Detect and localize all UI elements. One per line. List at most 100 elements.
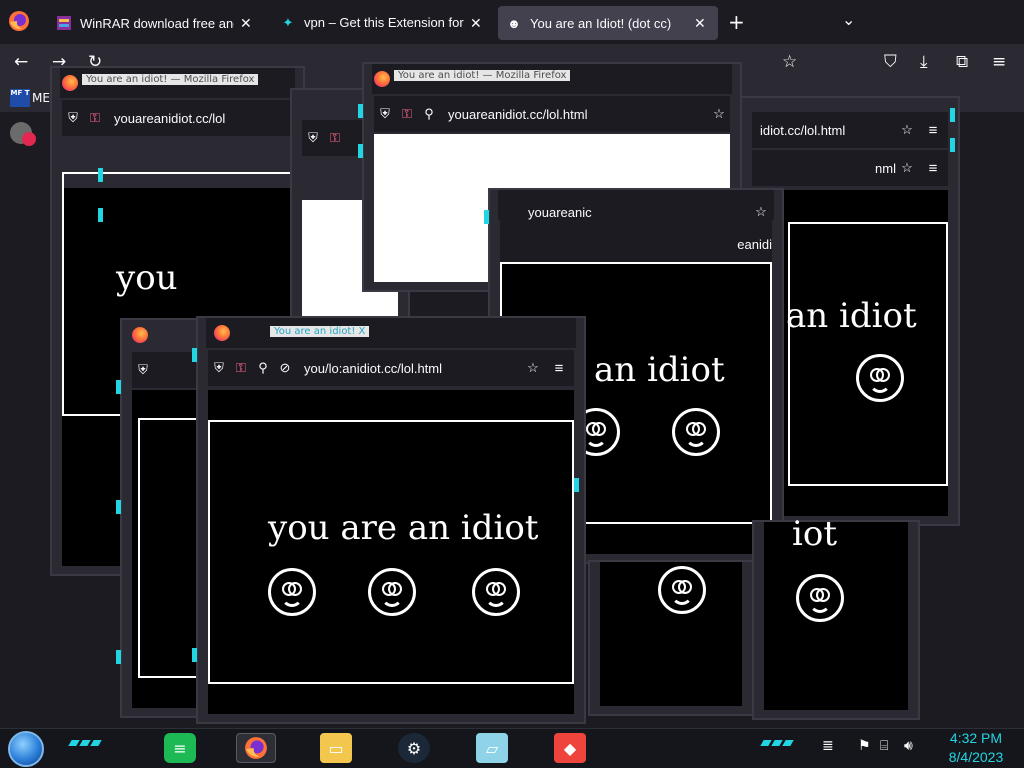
taskbar-clock[interactable]: 4:32 PM 8/4/2023 bbox=[936, 729, 1016, 767]
taskbar-decoration bbox=[68, 740, 110, 748]
popup-frame bbox=[788, 222, 948, 486]
popup-window[interactable]: You are an idiot! X ⛨ ⚿ ⚲ ⊘ you/lo:anidi… bbox=[192, 316, 586, 724]
star-icon[interactable]: ☆ bbox=[522, 360, 544, 376]
popup-window[interactable]: iot bbox=[752, 514, 920, 720]
tab-vpn[interactable]: ✦ vpn – Get this Extension for 🦊 F ✕ bbox=[272, 6, 494, 40]
popup-urlbar[interactable]: youareanic ☆ bbox=[500, 194, 772, 230]
bookmark-icon[interactable]: MF T bbox=[10, 89, 30, 107]
popup-urlbar[interactable]: ⛨ ⚿ youareanidiot.cc/lol bbox=[62, 100, 293, 136]
firefox-icon[interactable] bbox=[236, 733, 276, 763]
tab-label: WinRAR download free and sup bbox=[80, 15, 234, 31]
star-icon[interactable]: ☆ bbox=[750, 204, 772, 220]
idiot-text: an idiot bbox=[786, 296, 917, 336]
idiot-text: you are an idiot bbox=[268, 508, 539, 548]
new-tab-button[interactable]: + bbox=[728, 10, 745, 34]
pocket-icon[interactable]: ⛉ bbox=[884, 52, 897, 72]
popup-url[interactable]: idiot.cc/lol.html bbox=[760, 123, 896, 138]
clock-date: 8/4/2023 bbox=[948, 749, 1004, 765]
popup-title: You are an idiot! X bbox=[270, 326, 370, 337]
popup-titlebar[interactable] bbox=[206, 318, 576, 348]
popup-page bbox=[600, 562, 742, 706]
shield-icon: ⛨ bbox=[380, 106, 390, 121]
close-icon[interactable]: ✕ bbox=[694, 15, 710, 32]
smiley-icon bbox=[658, 566, 706, 614]
clock-time: 4:32 PM bbox=[949, 730, 1003, 746]
lock-icon: ⚿ bbox=[330, 130, 340, 145]
start-button[interactable] bbox=[8, 731, 44, 767]
shield-icon: ⛨ bbox=[68, 110, 78, 125]
popup-frame bbox=[208, 420, 574, 684]
popup-url[interactable]: youareanic bbox=[528, 205, 750, 220]
extensions-icon[interactable]: ⧉ bbox=[956, 52, 968, 72]
smiley-icon: ☻ bbox=[507, 15, 521, 31]
firefox-view-icon[interactable] bbox=[8, 10, 34, 36]
tab-youareanidiot[interactable]: ☻ You are an Idiot! (dot cc) ✕ bbox=[498, 6, 718, 40]
idiot-text: an idiot bbox=[594, 350, 725, 390]
popup-page: iot bbox=[764, 514, 908, 710]
star-icon[interactable]: ☆ bbox=[708, 106, 730, 122]
tab-label: You are an Idiot! (dot cc) bbox=[530, 15, 672, 31]
popup-urlbar[interactable]: nml ☆ ≡ bbox=[752, 150, 948, 186]
shield-icon: ⛨ bbox=[308, 130, 318, 145]
file-explorer-icon[interactable]: ▭ bbox=[320, 733, 352, 763]
menu-icon[interactable]: ≡ bbox=[544, 360, 574, 377]
smiley-icon bbox=[796, 574, 844, 622]
idiot-text: you bbox=[116, 258, 178, 298]
smiley-icon bbox=[368, 568, 416, 616]
anydesk-icon[interactable]: ◆ bbox=[554, 733, 586, 763]
popup-title: You are an idiot! — Mozilla Firefox bbox=[394, 70, 571, 81]
star-icon[interactable]: ☆ bbox=[782, 52, 797, 72]
notes-icon[interactable]: ▱ bbox=[476, 733, 508, 763]
popup-url[interactable]: you/lo:anidiot.cc/lol.html bbox=[304, 361, 522, 376]
firefox-icon bbox=[132, 327, 148, 343]
popup-urlbar[interactable]: ⛨ ⚿ ⚲ youareanidiot.cc/lol.html ☆ bbox=[374, 96, 730, 132]
smiley-icon bbox=[856, 354, 904, 402]
lock-icon: ⚿ bbox=[402, 106, 412, 121]
tab-label: vpn – Get this Extension for 🦊 F bbox=[304, 15, 464, 30]
network-icon[interactable]: ⌸ bbox=[880, 738, 888, 754]
blocked-badge-icon bbox=[22, 132, 36, 146]
smiley-icon bbox=[672, 408, 720, 456]
shield-icon: ⛨ bbox=[214, 360, 224, 375]
firefox-icon bbox=[374, 71, 390, 87]
popup-urlbar[interactable]: idiot.cc/lol.html ☆ ≡ bbox=[752, 112, 948, 148]
permissions-icon: ⚲ bbox=[258, 360, 268, 375]
volume-icon[interactable]: 🔊︎ bbox=[904, 738, 913, 754]
permissions-icon: ⚲ bbox=[424, 106, 434, 121]
popup-page: you are an idiot bbox=[208, 390, 574, 714]
menu-icon[interactable]: ≡ bbox=[918, 122, 948, 139]
close-icon[interactable]: ✕ bbox=[470, 15, 486, 32]
popup-urlbar[interactable]: eanidi bbox=[500, 226, 772, 262]
steam-icon[interactable]: ⚙ bbox=[398, 733, 430, 763]
menu-icon[interactable]: ≡ bbox=[992, 52, 1006, 72]
popup-url[interactable]: nml bbox=[760, 161, 896, 176]
firefox-icon bbox=[62, 75, 78, 91]
stack-icon[interactable]: ≣ bbox=[822, 738, 834, 754]
popup-window[interactable] bbox=[588, 560, 754, 716]
mute-icon: ⊘ bbox=[279, 360, 291, 375]
download-icon[interactable]: ⤓ bbox=[920, 52, 928, 72]
spotify-icon[interactable]: ≡ bbox=[164, 733, 196, 763]
winrar-icon bbox=[56, 15, 72, 31]
smiley-icon bbox=[472, 568, 520, 616]
lock-icon: ⚿ bbox=[236, 360, 246, 375]
star-icon[interactable]: ☆ bbox=[896, 122, 918, 138]
flag-icon[interactable]: ⚑ bbox=[858, 738, 871, 754]
popup-url[interactable]: youareanidiot.cc/lol bbox=[114, 111, 293, 126]
popup-urlbar[interactable]: ⛨ ⚿ ⚲ ⊘ you/lo:anidiot.cc/lol.html ☆ ≡ bbox=[208, 350, 574, 386]
firefox-icon bbox=[214, 325, 230, 341]
star-icon[interactable]: ☆ bbox=[896, 160, 918, 176]
close-icon[interactable]: ✕ bbox=[240, 15, 256, 32]
popup-title: You are an idiot! — Mozilla Firefox bbox=[82, 74, 259, 85]
menu-icon[interactable]: ≡ bbox=[918, 160, 948, 177]
smiley-icon bbox=[268, 568, 316, 616]
taskbar-decoration bbox=[760, 740, 802, 748]
puzzle-icon: ✦ bbox=[282, 15, 294, 30]
popup-url[interactable]: eanidi bbox=[508, 237, 772, 252]
popup-url[interactable]: youareanidiot.cc/lol.html bbox=[448, 107, 708, 122]
tab-winrar[interactable]: WinRAR download free and sup ✕ bbox=[48, 6, 264, 40]
idiot-text: iot bbox=[792, 514, 838, 554]
back-icon[interactable]: ← bbox=[14, 52, 28, 72]
bookmark-label[interactable]: ME bbox=[32, 91, 50, 105]
chevron-down-icon[interactable]: ⌄ bbox=[842, 10, 855, 29]
